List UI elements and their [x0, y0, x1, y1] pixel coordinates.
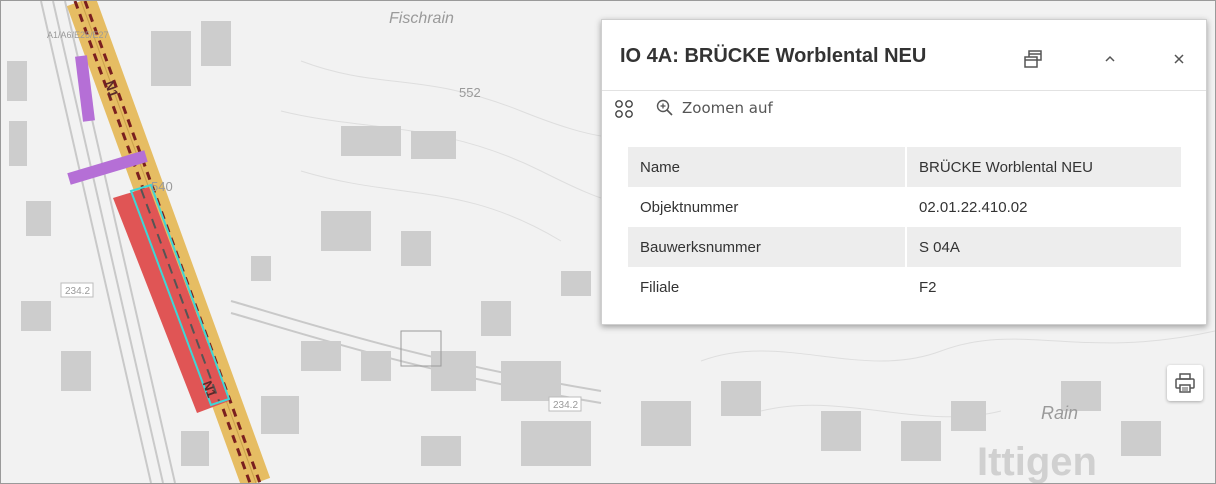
zoom-to-button[interactable]: Zoomen auf	[656, 99, 773, 117]
attr-key: Name	[628, 147, 907, 187]
attr-value: BRÜCKE Worblental NEU	[906, 147, 1181, 187]
attr-value: S 04A	[906, 227, 1181, 267]
zoom-in-icon	[656, 99, 674, 117]
attr-value: 02.01.22.410.02	[919, 198, 1028, 216]
close-icon[interactable]	[1166, 46, 1192, 72]
map-label-rain: Rain	[1041, 403, 1078, 423]
map-label-ittigen: Ittigen	[977, 440, 1097, 483]
table-row: Filiale F2	[628, 267, 1181, 307]
popup-toolbar: Zoomen auf	[602, 91, 1206, 127]
map-label-elevation-552: 552	[459, 85, 481, 100]
map-label-road-234-center-box: 234.2	[548, 396, 582, 412]
menu-grid-icon[interactable]	[614, 99, 634, 119]
print-button[interactable]	[1167, 365, 1203, 401]
attr-value: F2	[919, 278, 937, 296]
map-label-road-234-west-box: 234.2	[60, 282, 94, 298]
map-frame: Fischrain A1/A6/E25/E27 552 540 234.2 23…	[0, 0, 1216, 484]
map-label-elevation-540: 540	[151, 179, 173, 194]
feature-popup: IO 4A: BRÜCKE Worblental NEU Zoomen auf	[601, 19, 1207, 325]
zoom-to-label: Zoomen auf	[682, 99, 773, 117]
map-label-fischrain: Fischrain	[389, 10, 454, 27]
popup-header: IO 4A: BRÜCKE Worblental NEU	[602, 20, 1206, 91]
purple-feature-north	[75, 55, 95, 122]
attr-key: Bauwerksnummer	[628, 227, 907, 267]
attribute-table: Name BRÜCKE Worblental NEU Objektnummer …	[628, 147, 1181, 307]
popup-title: IO 4A: BRÜCKE Worblental NEU	[620, 45, 927, 67]
table-row: Objektnummer 02.01.22.410.02	[628, 187, 1181, 227]
map-label-road-234-west: 234.2	[65, 286, 90, 297]
table-row: Name BRÜCKE Worblental NEU	[628, 147, 1181, 187]
table-row: Bauwerksnummer S 04A	[628, 227, 1181, 267]
map-label-road-code: A1/A6/E25/E27	[47, 30, 109, 40]
collapse-icon[interactable]	[1097, 46, 1123, 72]
attr-key: Filiale	[628, 267, 907, 307]
print-icon	[1174, 372, 1196, 394]
map-label-road-234-center: 234.2	[553, 400, 578, 411]
attr-key: Objektnummer	[628, 187, 907, 227]
dock-icon[interactable]	[1020, 46, 1046, 72]
